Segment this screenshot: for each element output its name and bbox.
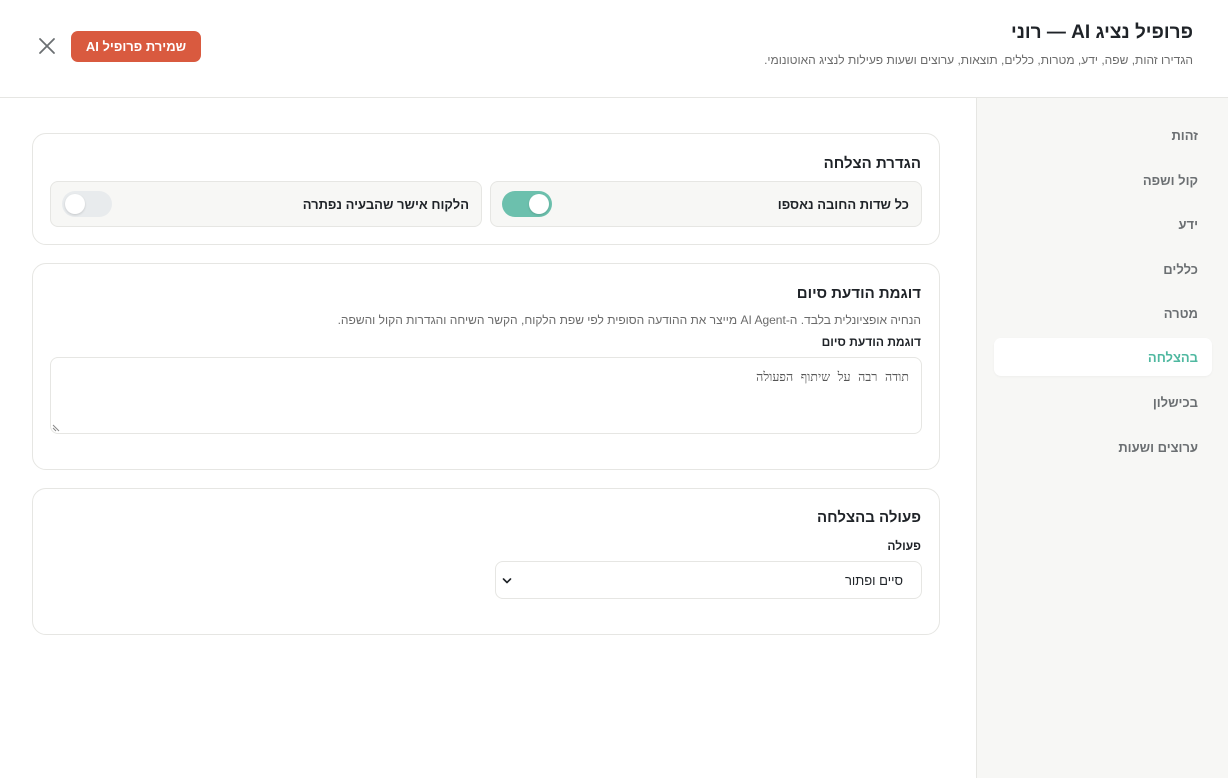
- success-definition-card: הגדרת הצלחה כל שדות החובה נאספו הלקוח אי…: [32, 133, 940, 245]
- sidebar-item-on-success[interactable]: בהצלחה: [994, 338, 1212, 376]
- sidebar-item-knowledge[interactable]: ידע: [994, 205, 1212, 243]
- section-title: דוגמת הודעת סיום: [796, 285, 921, 302]
- toggle-row-required-fields: כל שדות החובה נאספו: [490, 181, 922, 227]
- sidebar-item-on-failure[interactable]: בכישלון: [994, 383, 1212, 421]
- customer-confirmed-toggle[interactable]: [62, 191, 112, 217]
- toggle-row-customer-confirmed: הלקוח אישר שהבעיה נפתרה: [50, 181, 482, 227]
- section-title: פעולה בהצלחה: [817, 509, 921, 526]
- success-action-card: פעולה בהצלחה פעולה סיים ופתור: [32, 488, 940, 635]
- page-subtitle: הגדירו זהות, שפה, ידע, מטרות, כללים, תוצ…: [764, 53, 1193, 67]
- page-title: פרופיל נציג AI — רוני: [1011, 22, 1193, 43]
- field-label: פעולה: [887, 539, 921, 553]
- settings-sidebar: זהות קול ושפה ידע כללים מטרה בהצלחה בכיש…: [976, 98, 1228, 778]
- closing-message-textarea[interactable]: תודה רבה על שיתוף הפעולה: [50, 357, 922, 434]
- chevron-down-icon: [502, 578, 512, 584]
- required-fields-toggle[interactable]: [502, 191, 552, 217]
- toggle-label: הלקוח אישר שהבעיה נפתרה: [302, 197, 469, 212]
- sidebar-item-rules[interactable]: כללים: [994, 250, 1212, 288]
- sidebar-item-voice-language[interactable]: קול ושפה: [994, 161, 1212, 199]
- resize-handle-icon[interactable]: [52, 423, 61, 432]
- toggle-knob: [65, 194, 85, 214]
- sidebar-item-channels-hours[interactable]: ערוצים ושעות: [994, 428, 1212, 466]
- sidebar-item-goal[interactable]: מטרה: [994, 294, 1212, 332]
- sidebar-item-identity[interactable]: זהות: [994, 116, 1212, 154]
- closing-message-card: דוגמת הודעת סיום הנחיה אופציונלית בלבד. …: [32, 263, 940, 470]
- select-value: סיים ופתור: [844, 573, 903, 588]
- textarea-value: תודה רבה על שיתוף הפעולה: [756, 369, 909, 384]
- helper-text: הנחיה אופציונלית בלבד. ה-AI Agent מייצר …: [337, 313, 921, 327]
- modal-header: פרופיל נציג AI — רוני הגדירו זהות, שפה, …: [0, 0, 1228, 98]
- section-title: הגדרת הצלחה: [823, 155, 921, 172]
- toggle-label: כל שדות החובה נאספו: [777, 197, 909, 212]
- close-icon[interactable]: [36, 35, 58, 57]
- action-select[interactable]: סיים ופתור: [495, 561, 922, 599]
- toggle-knob: [529, 194, 549, 214]
- field-label: דוגמת הודעת סיום: [821, 335, 921, 349]
- save-ai-profile-button[interactable]: שמירת פרופיל AI: [71, 31, 201, 62]
